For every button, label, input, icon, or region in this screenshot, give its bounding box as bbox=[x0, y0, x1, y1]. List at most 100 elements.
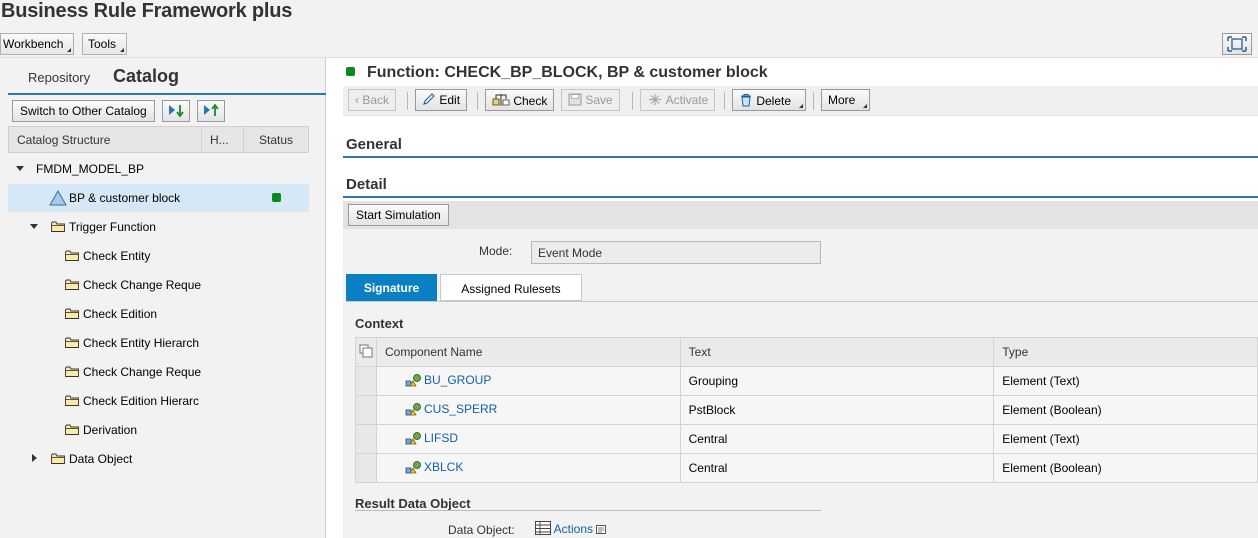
column-component-name[interactable]: Component Name bbox=[375, 337, 681, 367]
tab-repository[interactable]: Repository bbox=[28, 70, 90, 85]
section-divider bbox=[343, 156, 1258, 158]
tree-node-check-entity[interactable]: Check Entity bbox=[8, 242, 309, 270]
edit-button-label: Edit bbox=[439, 93, 461, 107]
table-row[interactable]: LIFSD Central Element (Text) bbox=[355, 424, 1258, 454]
tree-node-function[interactable]: BP & customer block bbox=[8, 184, 309, 212]
delete-button-label: Delete bbox=[756, 94, 792, 108]
tree-node-check-change-request-2[interactable]: Check Change Reque bbox=[8, 358, 309, 386]
catalog-table-header: Catalog Structure H... Status bbox=[8, 126, 309, 153]
check-button-label: Check bbox=[513, 94, 548, 108]
dropdown-indicator-icon bbox=[67, 48, 72, 52]
activate-sparkle-icon bbox=[649, 94, 661, 105]
data-element-icon bbox=[405, 403, 421, 416]
section-divider bbox=[343, 196, 1258, 198]
folder-icon bbox=[51, 221, 65, 232]
select-all-cell[interactable] bbox=[355, 337, 377, 367]
workbench-menu[interactable]: Workbench bbox=[0, 33, 75, 55]
back-button[interactable]: ‹ Back bbox=[348, 89, 397, 111]
column-text[interactable]: Text bbox=[679, 337, 995, 367]
collapse-all-button[interactable] bbox=[197, 100, 225, 122]
toolbar-separator bbox=[632, 92, 633, 110]
tree-node-label: FMDM_MODEL_BP bbox=[36, 162, 145, 176]
row-selector[interactable] bbox=[355, 424, 377, 454]
expand-toggle-icon[interactable] bbox=[30, 224, 38, 229]
function-triangle-icon bbox=[49, 190, 67, 206]
dropdown-indicator-icon bbox=[799, 104, 804, 108]
data-element-icon bbox=[405, 461, 421, 474]
column-divider bbox=[243, 127, 244, 153]
folder-icon bbox=[65, 424, 79, 435]
row-selector[interactable] bbox=[355, 453, 377, 483]
tools-menu[interactable]: Tools bbox=[82, 33, 128, 55]
column-h[interactable]: H... bbox=[210, 133, 229, 147]
dropdown-indicator-icon bbox=[120, 48, 125, 52]
tree-node-check-change-request[interactable]: Check Change Reque bbox=[8, 271, 309, 299]
table-row[interactable]: XBLCK Central Element (Boolean) bbox=[355, 453, 1258, 483]
table-row[interactable]: BU_GROUP Grouping Element (Text) bbox=[355, 366, 1258, 396]
expand-all-button[interactable] bbox=[162, 100, 190, 122]
component-text: Central bbox=[679, 424, 995, 454]
collapse-toggle-icon[interactable] bbox=[32, 454, 37, 462]
activate-button[interactable]: Activate bbox=[640, 89, 716, 111]
tree-node-model[interactable]: FMDM_MODEL_BP bbox=[8, 155, 309, 183]
tree-node-data-object[interactable]: Data Object bbox=[8, 445, 309, 473]
tabs-divider bbox=[8, 93, 326, 95]
row-selector[interactable] bbox=[355, 366, 377, 396]
function-title: Function: CHECK_BP_BLOCK, BP & customer … bbox=[367, 64, 768, 81]
toolbar-separator bbox=[724, 92, 725, 110]
switch-catalog-button[interactable]: Switch to Other Catalog bbox=[12, 100, 155, 122]
tree-node-label: Check Change Reque bbox=[83, 365, 202, 379]
folder-icon bbox=[65, 395, 79, 406]
tab-assigned-rulesets[interactable]: Assigned Rulesets bbox=[440, 274, 582, 301]
component-text: Central bbox=[679, 453, 995, 483]
function-toolbar: ‹ Back Edit Check Save Activate Delete M… bbox=[343, 86, 1258, 116]
tree-node-label: Data Object bbox=[69, 452, 133, 466]
table-structure-icon bbox=[535, 521, 551, 535]
tree-node-check-entity-hierarchy[interactable]: Check Entity Hierarch bbox=[8, 329, 309, 357]
more-button-label: More bbox=[828, 93, 856, 107]
fullscreen-button[interactable] bbox=[1222, 33, 1252, 55]
component-name-link[interactable]: BU_GROUP bbox=[424, 373, 491, 387]
column-status[interactable]: Status bbox=[259, 133, 293, 147]
context-table-header: Component Name Text Type bbox=[355, 337, 1258, 367]
component-type: Element (Boolean) bbox=[993, 395, 1258, 425]
tree-node-trigger-function[interactable]: Trigger Function bbox=[8, 213, 309, 241]
tree-node-check-edition-hierarchy[interactable]: Check Edition Hierarc bbox=[8, 387, 309, 415]
more-button[interactable]: More bbox=[821, 89, 871, 111]
tools-menu-label: Tools bbox=[88, 37, 117, 51]
component-text: PstBlock bbox=[679, 395, 995, 425]
component-name-link[interactable]: CUS_SPERR bbox=[424, 402, 497, 416]
tab-divider bbox=[346, 301, 1258, 302]
check-button[interactable]: Check bbox=[485, 89, 555, 111]
tab-catalog[interactable]: Catalog bbox=[113, 66, 179, 87]
toolbar-separator bbox=[477, 92, 478, 110]
component-name-link[interactable]: LIFSD bbox=[424, 431, 458, 445]
row-selector[interactable] bbox=[355, 395, 377, 425]
result-data-object-heading: Result Data Object bbox=[355, 496, 471, 511]
expand-toggle-icon[interactable] bbox=[16, 166, 24, 171]
data-object-value[interactable]: Actions bbox=[535, 521, 607, 536]
collapse-up-icon bbox=[204, 103, 219, 116]
section-detail-title[interactable]: Detail bbox=[346, 176, 387, 193]
context-table: Component Name Text Type BU_GROUP Groupi… bbox=[355, 337, 1258, 483]
toolbar-separator bbox=[407, 92, 408, 110]
save-button[interactable]: Save bbox=[561, 89, 620, 111]
tree-node-derivation[interactable]: Derivation bbox=[8, 416, 309, 444]
tree-node-check-edition[interactable]: Check Edition bbox=[8, 300, 309, 328]
result-divider bbox=[355, 510, 821, 511]
column-type[interactable]: Type bbox=[993, 337, 1258, 367]
floppy-disk-icon bbox=[568, 93, 582, 106]
section-general-title[interactable]: General bbox=[346, 136, 402, 153]
data-object-link[interactable]: Actions bbox=[554, 522, 593, 536]
component-name-link[interactable]: XBLCK bbox=[424, 460, 463, 474]
tab-signature[interactable]: Signature bbox=[346, 274, 437, 301]
edit-button[interactable]: Edit bbox=[415, 89, 468, 111]
column-catalog-structure[interactable]: Catalog Structure bbox=[17, 133, 110, 147]
table-row[interactable]: CUS_SPERR PstBlock Element (Boolean) bbox=[355, 395, 1258, 425]
mode-label: Mode: bbox=[479, 244, 513, 258]
details-icon[interactable] bbox=[596, 525, 607, 535]
start-simulation-button[interactable]: Start Simulation bbox=[348, 204, 449, 226]
tree-node-label: Trigger Function bbox=[69, 220, 156, 234]
tree-node-label: Derivation bbox=[83, 423, 138, 437]
delete-button[interactable]: Delete bbox=[732, 89, 807, 111]
